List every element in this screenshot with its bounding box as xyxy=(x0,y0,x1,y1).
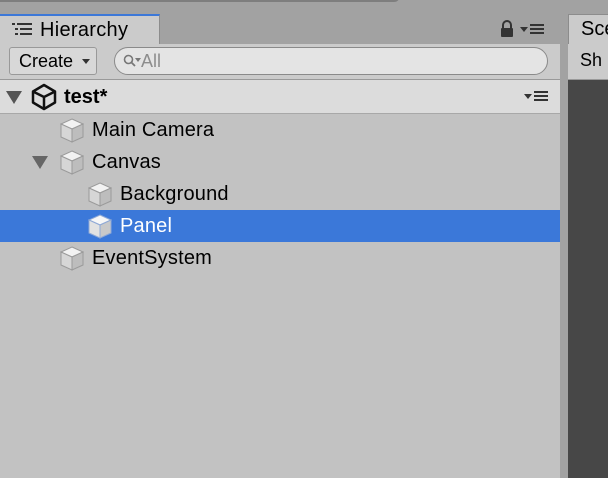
unity-logo-icon xyxy=(30,83,58,111)
hierarchy-icon xyxy=(12,22,34,38)
tab-scene[interactable]: Sce xyxy=(568,14,608,44)
search-icon xyxy=(123,54,141,68)
tree-item-label: Panel xyxy=(120,214,173,237)
tab-scene-label: Sce xyxy=(581,18,608,40)
tree-item-label: Background xyxy=(120,182,229,205)
tree-item-label: Main Camera xyxy=(92,118,215,141)
create-button-label: Create xyxy=(19,50,74,71)
search-field[interactable] xyxy=(114,47,548,75)
foldout-arrow-icon[interactable] xyxy=(6,91,22,104)
hierarchy-panel: Create test* xyxy=(0,44,560,478)
tree-item-main-camera[interactable]: Main Camera xyxy=(0,114,560,146)
toolbar-edge xyxy=(0,0,400,2)
scene-root-row[interactable]: test* xyxy=(0,80,560,114)
shading-mode-dropdown[interactable]: Sh xyxy=(580,50,602,71)
create-button[interactable]: Create xyxy=(9,47,97,75)
gameobject-cube-icon xyxy=(58,244,86,272)
tree-item-background[interactable]: Background xyxy=(0,178,560,210)
scene-name: test* xyxy=(64,86,108,108)
search-input[interactable] xyxy=(141,50,521,72)
chevron-down-icon xyxy=(82,59,90,64)
hierarchy-window-controls xyxy=(500,19,558,43)
scene-viewport[interactable] xyxy=(568,80,608,478)
tree-item-label: Canvas xyxy=(92,150,162,173)
panel-menu-icon[interactable] xyxy=(520,22,546,41)
gameobject-cube-icon xyxy=(86,212,114,240)
lock-icon[interactable] xyxy=(500,19,514,43)
hierarchy-toolbar: Create xyxy=(0,44,560,80)
tab-hierarchy[interactable]: Hierarchy xyxy=(0,14,160,44)
tree-item-panel[interactable]: Panel xyxy=(0,210,560,242)
foldout-arrow-icon[interactable] xyxy=(32,156,48,169)
tree-item-eventsystem[interactable]: EventSystem xyxy=(0,242,560,274)
scene-toolbar: Sh xyxy=(568,44,608,80)
gameobject-cube-icon xyxy=(58,116,86,144)
gameobject-cube-icon xyxy=(58,148,86,176)
tree-item-label: EventSystem xyxy=(92,246,213,269)
gameobject-cube-icon xyxy=(86,180,114,208)
panel-divider[interactable] xyxy=(560,44,568,478)
tree-item-canvas[interactable]: Canvas xyxy=(0,146,560,178)
tab-hierarchy-label: Hierarchy xyxy=(40,18,129,41)
scene-menu-icon[interactable] xyxy=(524,89,550,108)
